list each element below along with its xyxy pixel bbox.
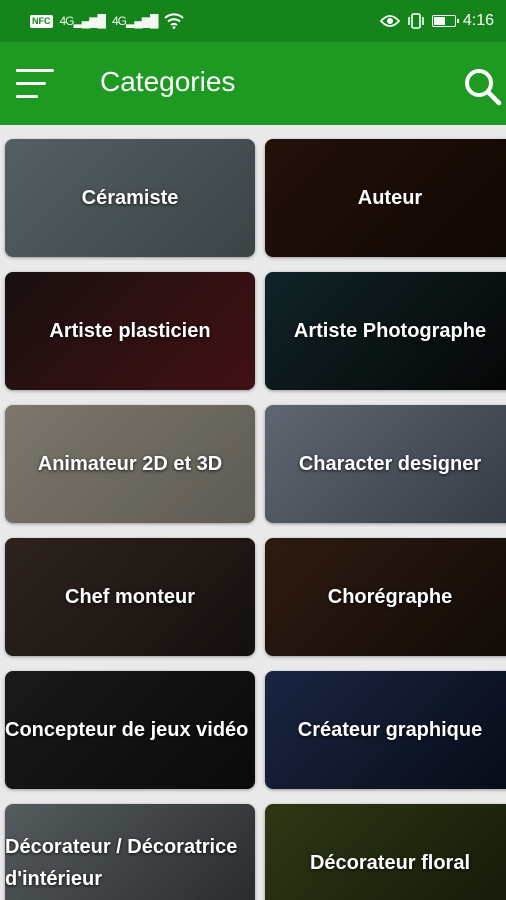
category-card[interactable]: Chef monteur — [5, 538, 255, 656]
battery-icon — [431, 15, 459, 27]
category-card[interactable]: Décorateur / Décoratrice d'intérieur — [5, 804, 255, 900]
search-icon[interactable] — [462, 66, 502, 106]
category-label: Chef monteur — [65, 586, 195, 608]
category-card[interactable]: Décorateur floral — [265, 804, 506, 900]
category-label: Chorégraphe — [327, 586, 453, 608]
status-right: 4:16 — [379, 12, 494, 30]
hamburger-menu-icon[interactable] — [16, 69, 54, 99]
status-bar: NFC 4G▂▄▆█ 4G▂▄▆█ 4:16 — [0, 0, 506, 42]
category-card[interactable]: Créateur graphique — [265, 671, 506, 789]
wifi-icon — [164, 13, 185, 29]
category-card[interactable]: Artiste Photographe — [265, 272, 506, 390]
signal-icon-2: 4G▂▄▆█ — [111, 14, 158, 28]
category-label: Auteur — [357, 187, 423, 209]
category-card[interactable]: Artiste plasticien — [5, 272, 255, 390]
category-grid: Céramiste Auteur Artiste plasticien Artiste… — [0, 125, 506, 900]
category-label: Créateur graphique — [297, 719, 483, 741]
clock: 4:16 — [462, 12, 494, 29]
menu-line-top — [16, 69, 54, 72]
category-card[interactable]: Auteur — [265, 139, 506, 257]
menu-line-bottom — [16, 95, 38, 98]
category-label: Décorateur / Décoratrice d'intérieur — [5, 836, 238, 890]
category-label: Animateur 2D et 3D — [37, 453, 223, 475]
category-label: Artiste plasticien — [49, 320, 211, 342]
category-label: Décorateur floral — [309, 852, 471, 874]
menu-line-middle — [16, 82, 46, 85]
signal-2-label: 4G — [111, 14, 127, 28]
category-label: Céramiste — [81, 187, 179, 209]
category-card[interactable]: Concepteur de jeux vidéo — [5, 671, 255, 789]
app-bar: Categories — [0, 42, 506, 125]
nfc-badge: NFC — [30, 14, 53, 28]
category-label: Character designer — [298, 453, 482, 475]
signal-icon-1: 4G▂▄▆█ — [59, 14, 106, 28]
category-card[interactable]: Animateur 2D et 3D — [5, 405, 255, 523]
status-left: NFC 4G▂▄▆█ 4G▂▄▆█ — [30, 13, 185, 29]
battery-level — [433, 17, 445, 25]
category-card[interactable]: Céramiste — [5, 139, 255, 257]
category-label: Concepteur de jeux vidéo — [5, 719, 249, 741]
page-title: Categories — [100, 66, 236, 97]
category-card[interactable]: Chorégraphe — [265, 538, 506, 656]
category-card[interactable]: Character designer — [265, 405, 506, 523]
eye-icon — [379, 15, 400, 27]
signal-1-label: 4G — [59, 14, 75, 28]
category-label: Artiste Photographe — [293, 320, 487, 342]
vibrate-icon — [408, 13, 424, 29]
